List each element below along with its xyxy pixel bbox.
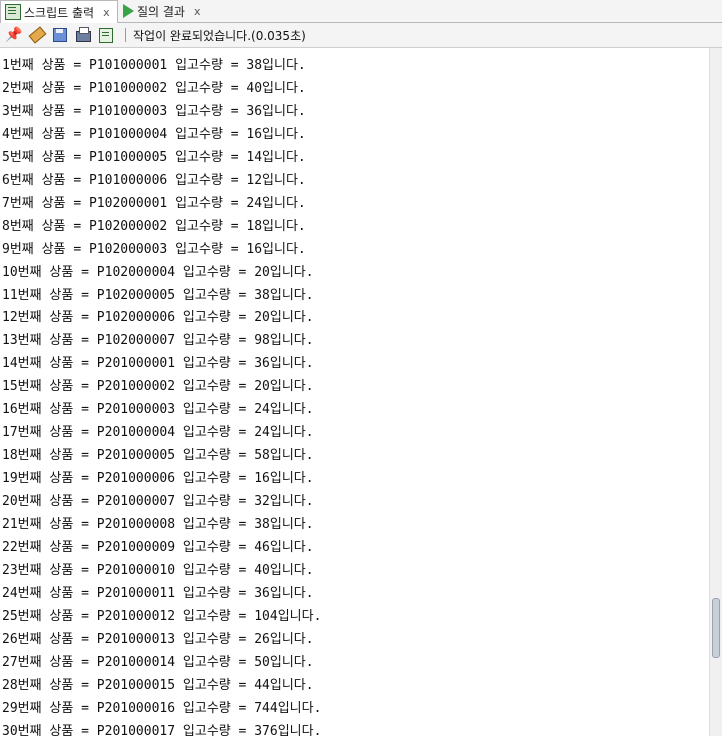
output-line: 5번째 상품 = P101000005 입고수량 = 14입니다.: [2, 149, 306, 165]
output-line: 4번째 상품 = P101000004 입고수량 = 16입니다.: [2, 126, 306, 142]
output-line: 27번째 상품 = P201000014 입고수량 = 50입니다.: [2, 654, 314, 670]
save-icon: [53, 28, 67, 42]
output-line: 2번째 상품 = P101000002 입고수량 = 40입니다.: [2, 80, 306, 96]
script-output-area[interactable]: 1번째 상품 = P101000001 입고수량 = 38입니다. 2번째 상품 …: [0, 48, 709, 736]
output-line: 16번째 상품 = P201000003 입고수량 = 24입니다.: [2, 402, 314, 418]
vertical-scrollbar[interactable]: [709, 48, 722, 736]
pin-button[interactable]: 📌: [5, 26, 23, 44]
scrollbar-thumb[interactable]: [712, 598, 720, 658]
tab-label: 질의 결과: [137, 4, 185, 19]
output-line: 13번째 상품 = P102000007 입고수량 = 98입니다.: [2, 333, 314, 349]
tab-query-result[interactable]: 질의 결과 x: [119, 0, 211, 22]
output-line: 18번째 상품 = P201000005 입고수량 = 58입니다.: [2, 448, 314, 464]
output-line: 30번째 상품 = P201000017 입고수량 = 376입니다.: [2, 723, 322, 736]
pin-icon: 📌: [5, 27, 23, 43]
output-line: 25번째 상품 = P201000012 입고수량 = 104입니다.: [2, 608, 322, 624]
output-line: 19번째 상품 = P201000006 입고수량 = 16입니다.: [2, 471, 314, 487]
output-line: 1번째 상품 = P101000001 입고수량 = 38입니다.: [2, 58, 306, 73]
output-line: 14번째 상품 = P201000001 입고수량 = 36입니다.: [2, 356, 314, 372]
output-line: 9번째 상품 = P102000003 입고수량 = 16입니다.: [2, 241, 306, 257]
output-line: 26번째 상품 = P201000013 입고수량 = 26입니다.: [2, 631, 314, 647]
close-icon[interactable]: x: [103, 6, 110, 19]
save-button[interactable]: [51, 26, 69, 44]
output-line: 22번째 상품 = P201000009 입고수량 = 46입니다.: [2, 539, 314, 555]
output-line: 8번째 상품 = P102000002 입고수량 = 18입니다.: [2, 218, 306, 234]
output-line: 24번째 상품 = P201000011 입고수량 = 36입니다.: [2, 585, 314, 601]
output-line: 12번째 상품 = P102000006 입고수량 = 20입니다.: [2, 310, 314, 326]
export-icon: [99, 27, 113, 43]
output-line: 21번째 상품 = P201000008 입고수량 = 38입니다.: [2, 517, 314, 532]
output-line: 20번째 상품 = P201000007 입고수량 = 32입니다.: [2, 494, 314, 510]
output-line: 29번째 상품 = P201000016 입고수량 = 744입니다.: [2, 700, 322, 716]
output-line: 7번째 상품 = P102000001 입고수량 = 24입니다.: [2, 195, 306, 211]
tab-label: 스크립트 출력: [24, 5, 95, 20]
eraser-icon: [28, 26, 46, 44]
export-button[interactable]: [97, 26, 115, 44]
output-line: 23번째 상품 = P201000010 입고수량 = 40입니다.: [2, 562, 314, 578]
clear-button[interactable]: [28, 26, 46, 44]
output-line: 15번째 상품 = P201000002 입고수량 = 20입니다.: [2, 379, 314, 395]
toolbar-separator: [125, 28, 126, 42]
output-line: 10번째 상품 = P102000004 입고수량 = 20입니다.: [2, 264, 314, 280]
tab-script-output[interactable]: 스크립트 출력 x: [0, 0, 118, 23]
status-text: 작업이 완료되었습니다.(0.035초): [133, 28, 306, 43]
script-output-icon: [5, 4, 21, 20]
print-button[interactable]: [74, 26, 92, 44]
play-icon: [123, 4, 134, 18]
print-icon: [75, 27, 91, 42]
output-line: 17번째 상품 = P201000004 입고수량 = 24입니다.: [2, 425, 314, 441]
output-line: 11번째 상품 = P102000005 입고수량 = 38입니다.: [2, 287, 314, 303]
close-icon[interactable]: x: [194, 5, 201, 18]
output-line: 28번째 상품 = P201000015 입고수량 = 44입니다.: [2, 677, 314, 693]
output-line: 6번째 상품 = P101000006 입고수량 = 12입니다.: [2, 172, 306, 188]
output-line: 3번째 상품 = P101000003 입고수량 = 36입니다.: [2, 103, 306, 119]
toolbar: 📌 작업이 완료되었습니다.(0.035초): [0, 23, 722, 48]
tab-bar: 스크립트 출력 x 질의 결과 x: [0, 0, 722, 23]
